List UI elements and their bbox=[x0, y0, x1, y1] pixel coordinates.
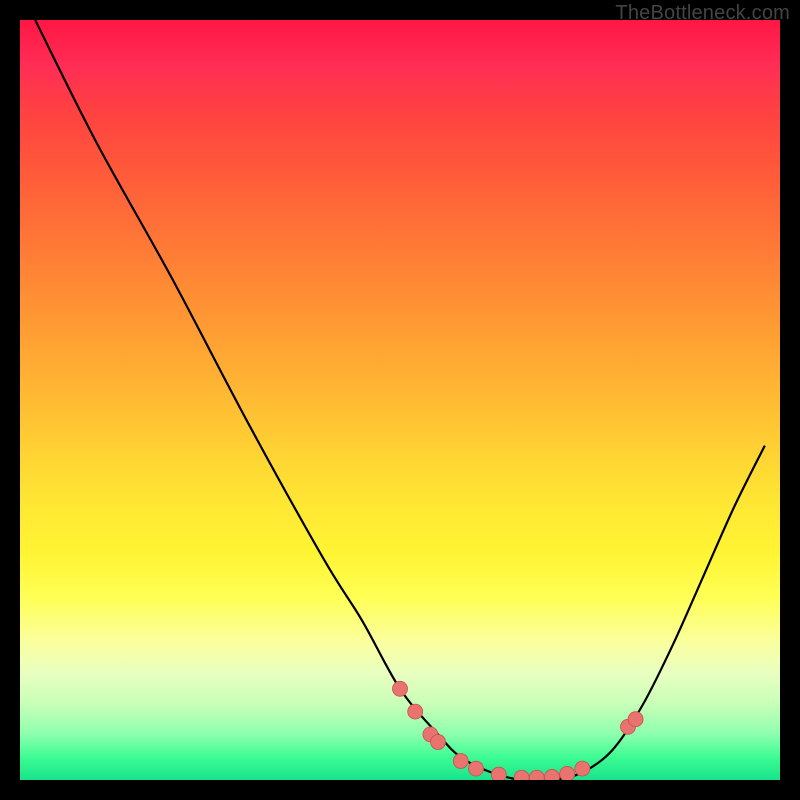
data-point-marker bbox=[469, 761, 484, 776]
data-point-marker bbox=[393, 681, 408, 696]
chart-svg bbox=[20, 20, 780, 780]
data-point-marker bbox=[453, 754, 468, 769]
data-point-marker bbox=[560, 766, 575, 780]
data-point-marker bbox=[545, 769, 560, 780]
bottleneck-curve bbox=[35, 20, 765, 780]
chart-frame: TheBottleneck.com bbox=[0, 0, 800, 800]
highlighted-points-group bbox=[393, 681, 644, 780]
data-point-marker bbox=[529, 770, 544, 780]
data-point-marker bbox=[491, 767, 506, 780]
plot-area bbox=[20, 20, 780, 780]
data-point-marker bbox=[408, 704, 423, 719]
data-point-marker bbox=[514, 770, 529, 780]
data-point-marker bbox=[431, 735, 446, 750]
data-point-marker bbox=[575, 761, 590, 776]
data-point-marker bbox=[628, 712, 643, 727]
